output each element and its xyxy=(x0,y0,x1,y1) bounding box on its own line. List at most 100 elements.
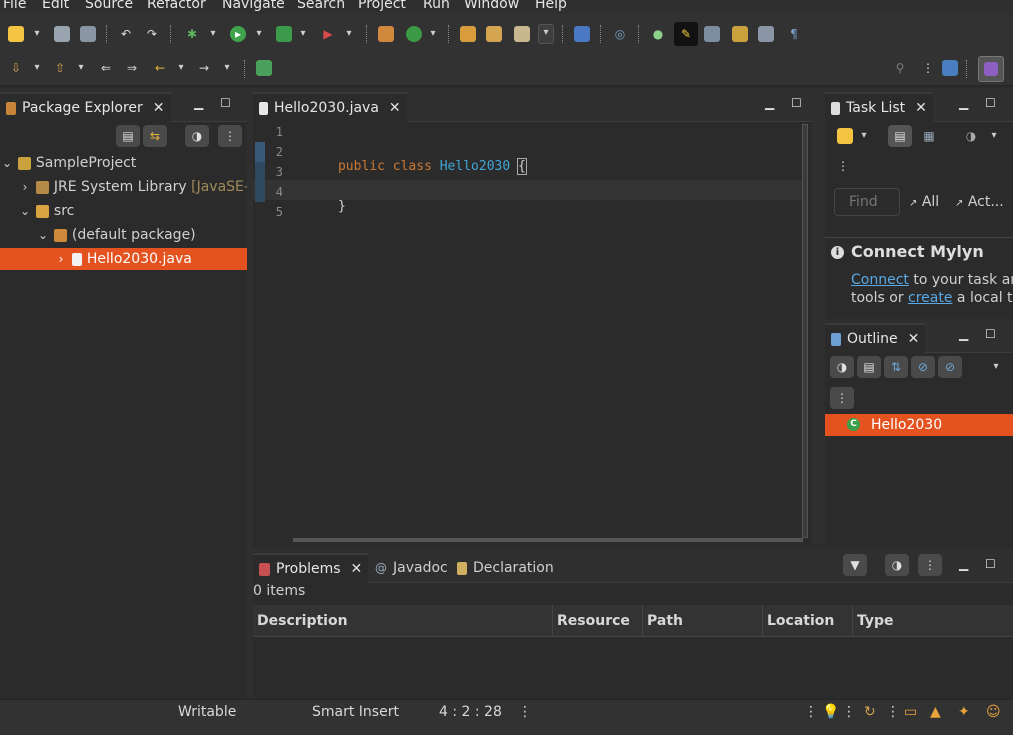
tab-hello-java[interactable]: Hello2030.java ✕ xyxy=(253,92,407,122)
chevron-right-icon[interactable]: › xyxy=(18,176,32,198)
pin-editor-icon[interactable] xyxy=(256,60,272,76)
more-icon[interactable]: ⋮ xyxy=(922,60,934,76)
menu-refactor[interactable]: Refactor xyxy=(147,0,206,12)
focus-icon[interactable]: ◑ xyxy=(830,356,854,378)
menu-window[interactable]: Window xyxy=(464,0,519,12)
maximize-icon[interactable]: ☐ xyxy=(220,96,231,110)
forward-icon[interactable]: → xyxy=(196,60,212,76)
tab-javadoc[interactable]: @ Javadoc xyxy=(369,553,454,583)
next-annotation-icon[interactable]: ⇩ xyxy=(8,60,24,76)
highlight-icon[interactable]: ✎ xyxy=(674,22,698,46)
chevron-down-icon[interactable]: ▾ xyxy=(991,359,1001,375)
more-icon[interactable]: ⋮ xyxy=(837,158,849,174)
menu-file[interactable]: File xyxy=(3,0,26,12)
chevron-down-icon[interactable]: ▾ xyxy=(538,24,554,44)
minimize-icon[interactable]: ▁ xyxy=(959,96,968,110)
tab-declaration[interactable]: Declaration xyxy=(451,553,560,583)
chevron-down-icon[interactable]: ▾ xyxy=(222,60,232,76)
show-whitespace-icon[interactable]: ¶ xyxy=(786,26,802,42)
search-tool-icon[interactable] xyxy=(514,26,530,42)
book-icon[interactable]: ▭ xyxy=(904,704,917,720)
chevron-down-icon[interactable]: ⌄ xyxy=(18,200,32,222)
menu-run[interactable]: Run xyxy=(423,0,450,12)
open-task-icon[interactable] xyxy=(486,26,502,42)
chevron-down-icon[interactable]: ▾ xyxy=(298,26,308,42)
external-tools-icon[interactable]: ▶ xyxy=(320,26,336,42)
tab-task-list[interactable]: Task List ✕ xyxy=(825,92,933,122)
welcome-icon[interactable]: ☺ xyxy=(986,704,1001,720)
view-menu-icon[interactable]: ⋮ xyxy=(918,554,942,576)
menu-help[interactable]: Help xyxy=(535,0,567,12)
new-java-package-icon[interactable] xyxy=(378,26,394,42)
minimize-icon[interactable]: ▁ xyxy=(765,96,774,110)
filter-icon[interactable]: ▼ xyxy=(843,554,867,576)
column-description[interactable]: Description xyxy=(253,605,553,637)
tree-item-project[interactable]: ⌄ SampleProject xyxy=(0,152,247,174)
close-icon[interactable]: ✕ xyxy=(351,561,363,577)
code-editor[interactable]: 1 2 3 4 5 public class Hello2030 { } xyxy=(253,122,812,544)
chevron-down-icon[interactable]: ⌄ xyxy=(0,152,14,174)
connect-link[interactable]: Connect xyxy=(851,272,909,288)
tree-item-hello-java[interactable]: › Hello2030.java xyxy=(0,248,247,270)
last-edit-location-icon[interactable]: ⇐ xyxy=(98,60,114,76)
more-icon[interactable]: ⋮ xyxy=(804,704,818,720)
new-task-icon[interactable] xyxy=(837,128,853,144)
block-selection-icon[interactable] xyxy=(758,26,774,42)
sort-icon[interactable]: ⇅ xyxy=(884,356,908,378)
horizontal-scrollbar[interactable] xyxy=(293,538,803,542)
minimize-icon[interactable]: ▁ xyxy=(959,327,968,341)
annotation-icon[interactable] xyxy=(574,26,590,42)
tab-package-explorer[interactable]: Package Explorer ✕ xyxy=(0,92,171,122)
scheduled-icon[interactable]: ▦ xyxy=(921,128,937,144)
hide-fields-icon[interactable]: ⊘ xyxy=(911,356,935,378)
save-icon[interactable] xyxy=(54,26,70,42)
view-menu-icon[interactable]: ⋮ xyxy=(830,387,854,409)
view-menu-icon[interactable]: ⋮ xyxy=(218,125,242,147)
save-all-icon[interactable] xyxy=(80,26,96,42)
more-icon[interactable]: ⋮ xyxy=(886,704,900,720)
chevron-down-icon[interactable]: ▾ xyxy=(859,128,869,144)
occurrences-icon[interactable]: ◎ xyxy=(612,26,628,42)
column-path[interactable]: Path xyxy=(643,605,763,637)
focus-icon[interactable]: ◑ xyxy=(963,128,979,144)
more-icon[interactable]: ⋮ xyxy=(842,704,856,720)
menu-project[interactable]: Project xyxy=(358,0,406,12)
back-icon[interactable]: ← xyxy=(152,60,168,76)
chevron-down-icon[interactable]: ▾ xyxy=(176,60,186,76)
run-icon[interactable]: ▸ xyxy=(230,26,246,42)
redo-icon[interactable]: ↷ xyxy=(144,26,160,42)
close-icon[interactable]: ✕ xyxy=(153,100,165,116)
column-type[interactable]: Type xyxy=(853,605,1013,637)
find-input[interactable] xyxy=(834,188,900,216)
debug-icon[interactable]: ✱ xyxy=(184,26,200,42)
menu-navigate[interactable]: Navigate xyxy=(222,0,285,12)
menu-source[interactable]: Source xyxy=(85,0,133,12)
close-icon[interactable]: ✕ xyxy=(915,100,927,116)
maximize-icon[interactable]: ☐ xyxy=(985,96,996,110)
close-icon[interactable]: ✕ xyxy=(908,331,920,347)
chevron-down-icon[interactable]: ▾ xyxy=(76,60,86,76)
chevron-down-icon[interactable]: ▾ xyxy=(428,26,438,42)
mylyn-icon[interactable]: ● xyxy=(650,26,666,42)
java-perspective-icon[interactable] xyxy=(978,56,1004,82)
chevron-down-icon[interactable]: ▾ xyxy=(32,60,42,76)
maximize-icon[interactable]: ☐ xyxy=(985,557,996,571)
maximize-icon[interactable]: ☐ xyxy=(791,96,802,110)
column-location[interactable]: Location xyxy=(763,605,853,637)
chevron-down-icon[interactable]: ▾ xyxy=(32,26,42,42)
tips-icon[interactable]: ✦ xyxy=(958,704,970,720)
progress-icon[interactable]: ↻ xyxy=(864,704,876,720)
minimize-icon[interactable]: ▁ xyxy=(194,96,203,110)
filter-all[interactable]: ↗ All xyxy=(909,194,939,210)
splitter[interactable] xyxy=(812,88,825,544)
chevron-down-icon[interactable]: ▾ xyxy=(254,26,264,42)
previous-annotation-icon[interactable]: ⇧ xyxy=(52,60,68,76)
chevron-down-icon[interactable]: ▾ xyxy=(208,26,218,42)
tab-outline[interactable]: Outline ✕ xyxy=(825,323,926,353)
collapse-all-icon[interactable]: ▤ xyxy=(857,356,881,378)
new-java-class-icon[interactable] xyxy=(406,26,422,42)
tree-item-jre-library[interactable]: › JRE System Library [JavaSE-22 xyxy=(0,176,247,198)
tutorial-icon[interactable]: ▲ xyxy=(930,704,941,720)
tree-item-default-package[interactable]: ⌄ (default package) xyxy=(0,224,247,246)
categorized-icon[interactable]: ▤ xyxy=(888,125,912,147)
